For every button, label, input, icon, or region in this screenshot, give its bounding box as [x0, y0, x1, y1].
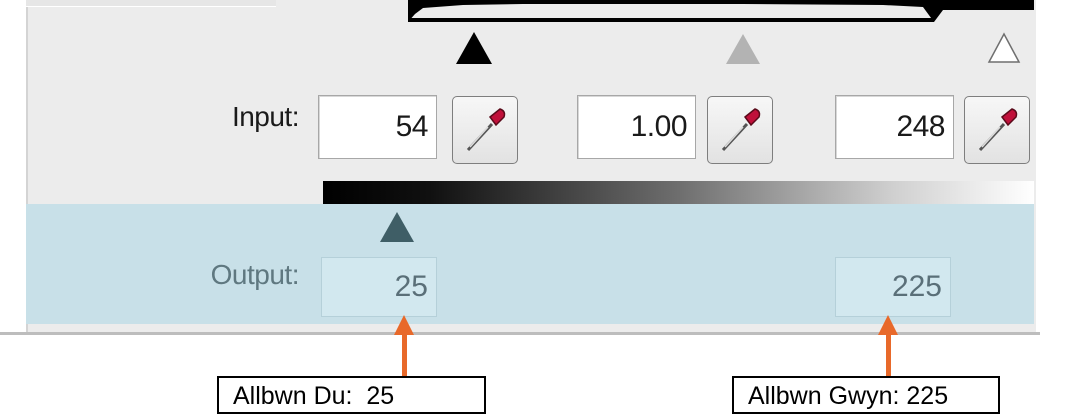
eyedropper-icon — [721, 108, 761, 152]
output-white-field[interactable]: 225 — [835, 257, 951, 317]
black-output-callout: Allbwn Du: 25 — [217, 376, 486, 414]
levels-dialog-crop: Input: 54 1.00 248 Output: 25 225 Allbwn… — [0, 0, 1069, 414]
input-gamma-slider[interactable] — [726, 34, 760, 64]
white-eyedropper-button[interactable] — [964, 96, 1030, 164]
histogram — [408, 0, 1034, 22]
panel-top-edge — [26, 0, 276, 7]
output-gradient-bar — [323, 181, 1034, 204]
black-callout-arrow — [402, 333, 407, 376]
output-black-field[interactable]: 25 — [321, 257, 437, 317]
input-label: Input: — [231, 101, 300, 132]
white-output-callout: Allbwn Gwyn: 225 — [732, 376, 1000, 414]
eyedropper-icon — [978, 108, 1018, 152]
input-black-field[interactable]: 54 — [318, 95, 437, 159]
black-eyedropper-button[interactable] — [452, 96, 518, 164]
output-label: Output: — [210, 259, 300, 290]
eyedropper-icon — [466, 108, 506, 152]
white-callout-arrowhead — [878, 315, 898, 335]
input-gamma-field[interactable]: 1.00 — [577, 95, 696, 159]
gray-eyedropper-button[interactable] — [707, 96, 773, 164]
black-callout-arrowhead — [394, 315, 414, 335]
white-callout-arrow — [886, 333, 891, 376]
input-black-slider[interactable] — [456, 32, 492, 64]
input-white-field[interactable]: 248 — [835, 95, 954, 159]
output-black-slider[interactable] — [380, 212, 414, 242]
input-white-slider[interactable] — [987, 32, 1021, 64]
